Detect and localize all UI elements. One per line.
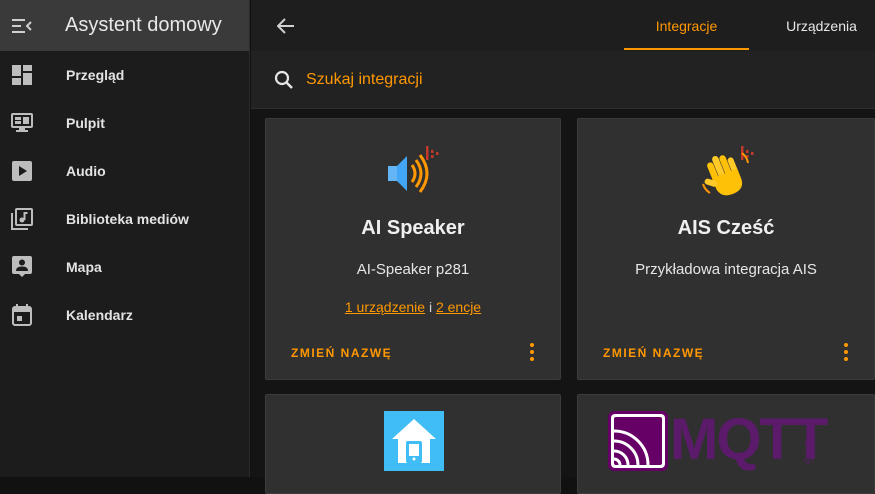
integration-card-home-assistant [265, 394, 561, 494]
account-box-icon [0, 256, 44, 278]
waving-hand-icon [702, 146, 754, 196]
sidebar-item-pulpit[interactable]: Pulpit [0, 99, 249, 147]
search-bar[interactable]: Szukaj integracji [251, 51, 875, 109]
integration-card-mqtt: MQTT ORG [577, 394, 875, 494]
arrow-left-icon [277, 18, 294, 34]
sidebar-item-label: Biblioteka mediów [66, 211, 189, 227]
card-links: 1 urządzenie i 2 encje [266, 299, 560, 315]
card-title: AI Speaker [361, 217, 465, 239]
play-box-icon [0, 161, 44, 181]
menu-toggle-button[interactable] [0, 0, 44, 51]
card-subtitle: AI-Speaker p281 [356, 261, 470, 278]
integration-card-ai-speaker: AI Speaker AI-Speaker p281 1 urządzenie … [265, 118, 561, 380]
monitor-dashboard-icon [0, 113, 44, 133]
sidebar-item-label: Przegląd [66, 67, 125, 83]
sidebar-item-label: Pulpit [66, 115, 105, 131]
integrations-grid: AI Speaker AI-Speaker p281 1 urządzenie … [251, 109, 875, 494]
card-subtitle: Przykładowa integracja AIS [635, 261, 817, 278]
sidebar-item-label: Audio [66, 163, 106, 179]
home-assistant-icon [384, 411, 444, 471]
links-separator: i [428, 299, 433, 315]
card-title: AIS Cześć [677, 217, 775, 239]
calendar-icon [0, 304, 44, 326]
search-input[interactable]: Szukaj integracji [306, 71, 423, 89]
integration-card-ais-czesc: AIS Cześć Przykładowa integracja AIS ZMI… [577, 118, 875, 380]
menu-open-icon [12, 18, 32, 33]
dashboard-icon [0, 65, 44, 85]
entities-link[interactable]: 2 encje [436, 299, 481, 315]
back-button[interactable] [273, 13, 299, 39]
sidebar-item-kalendarz[interactable]: Kalendarz [0, 291, 249, 339]
music-library-icon [0, 208, 44, 230]
more-vert-icon[interactable] [528, 343, 536, 361]
sidebar-item-label: Kalendarz [66, 307, 133, 323]
devices-link[interactable]: 1 urządzenie [345, 299, 425, 315]
sidebar-item-mapa[interactable]: Mapa [0, 243, 249, 291]
tab-integracje[interactable]: Integracje [624, 0, 749, 51]
tab-urzadzenia[interactable]: Urządzenia [768, 0, 875, 51]
rename-button[interactable]: ZMIEŃ NAZWĘ [603, 346, 704, 360]
sidebar-item-przeglad[interactable]: Przegląd [0, 51, 249, 99]
more-vert-icon[interactable] [842, 343, 850, 361]
sidebar-item-biblioteka[interactable]: Biblioteka mediów [0, 195, 249, 243]
app-title: Asystent domowy [65, 14, 222, 36]
search-icon [274, 70, 293, 89]
sidebar-item-audio[interactable]: Audio [0, 147, 249, 195]
sidebar-header: Asystent domowy [0, 0, 249, 51]
top-bar: Integracje Urządzenia [251, 0, 875, 51]
mqtt-logo-suffix: ORG [802, 439, 814, 465]
main-panel: Integracje Urządzenia Szukaj integracji … [251, 0, 875, 494]
sidebar: Asystent domowy Przegląd Pulpit Audio Bi… [0, 0, 250, 477]
rename-button[interactable]: ZMIEŃ NAZWĘ [291, 346, 392, 360]
mqtt-logo-icon [608, 411, 668, 471]
sidebar-item-label: Mapa [66, 259, 102, 275]
speaker-icon [388, 146, 439, 193]
